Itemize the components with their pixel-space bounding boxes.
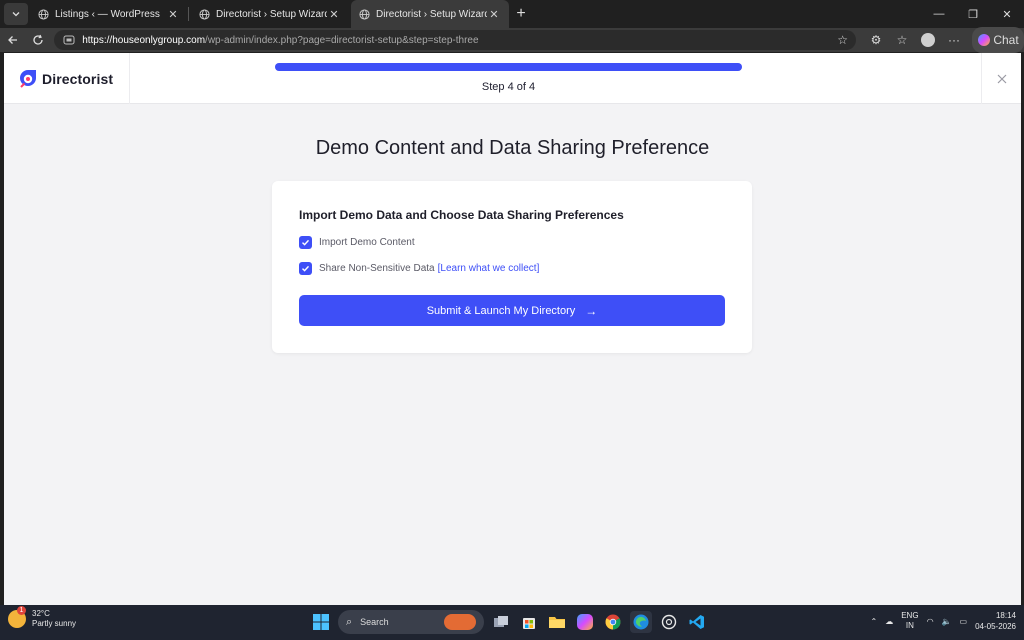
close-icon[interactable]: ✕ [487,8,501,21]
copilot-app-icon[interactable] [574,611,596,633]
card-title: Import Demo Data and Choose Data Sharing… [299,208,624,222]
star-icon[interactable]: ☆ [837,33,848,47]
lang-region: IN [905,621,914,630]
window-controls: — ❐ ✕ [922,0,1024,28]
brand-name: Directorist [42,70,114,87]
browser-toolbar: https://houseonlygroup.com/wp-admin/inde… [0,27,1024,53]
file-explorer-icon[interactable] [546,611,568,633]
chevron-up-icon[interactable]: ⌃ [871,617,878,626]
share-data-checkbox[interactable] [299,262,312,275]
tab-title: Directorist › Setup Wizard [376,8,487,20]
search-placeholder: Search [360,617,389,627]
maximize-icon[interactable]: ❐ [956,0,990,28]
reload-button[interactable] [25,28,50,52]
volume-icon[interactable]: 🔈 [942,617,952,626]
extensions-icon[interactable]: ⚙ [864,29,888,51]
close-window-icon[interactable]: ✕ [990,0,1024,28]
search-icon: ⌕ [346,615,353,628]
battery-icon[interactable]: ▭ [960,617,968,626]
address-bar[interactable]: https://houseonlygroup.com/wp-admin/inde… [54,30,856,50]
tab-setup-wizard-2[interactable]: Directorist › Setup Wizard ✕ [351,0,509,28]
more-icon[interactable]: ··· [942,29,966,51]
close-icon[interactable]: ✕ [327,8,341,21]
preferences-card: Import Demo Data and Choose Data Sharing… [272,181,752,353]
globe-icon [199,8,210,20]
new-tab-button[interactable]: + [509,0,533,28]
cloud-sync-icon[interactable]: ☁ [885,617,893,626]
import-demo-checkbox[interactable] [299,236,312,249]
back-button[interactable] [0,28,25,52]
copilot-icon [977,34,990,46]
lang-code: ENG [901,611,919,620]
edge-icon[interactable] [630,611,652,633]
search-highlight-image [444,614,476,630]
globe-icon [359,8,370,20]
wifi-icon[interactable]: ◠ [927,617,934,626]
tab-actions-menu-button[interactable] [4,3,28,25]
checkmark-icon [302,239,310,246]
toolbar-icons: ⚙ ☆ ··· Chat [864,27,1024,53]
reload-icon [33,34,43,45]
learn-what-we-collect-link[interactable]: [Learn what we collect] [438,263,540,274]
close-wizard-button[interactable] [981,53,1021,104]
windows-taskbar: 1 32°C Partly sunny ⌕ Search ⌃ ☁ ENG IN … [0,605,1024,640]
taskbar-apps: ⌕ Search [310,610,708,634]
clock[interactable]: 18:14 04-05-2026 [975,610,1016,632]
browser-tab-strip: Listings ‹ — WordPress ✕ Directorist › S… [0,0,1024,28]
tab-separator [188,7,189,21]
chrome-icon[interactable] [602,611,624,633]
url-host: https://houseonlygroup.com [82,34,206,46]
tab-listings[interactable]: Listings ‹ — WordPress ✕ [30,0,188,28]
weather-badge: 1 [17,606,26,615]
system-tray: ⌃ ☁ ENG IN ◠ 🔈 ▭ 18:14 04-05-2026 [871,610,1016,632]
url-path: /wp-admin/index.php?page=directorist-set… [205,34,479,46]
progress-bar [275,63,742,71]
progress-fill [275,63,742,71]
windows-start-icon[interactable] [310,611,332,633]
weather-condition: Partly sunny [32,619,77,628]
weather-widget[interactable]: 1 32°C Partly sunny [8,606,77,629]
chatgpt-icon[interactable] [658,611,680,633]
globe-icon [38,8,49,20]
profile-avatar[interactable] [920,33,935,47]
vscode-icon[interactable] [686,611,708,633]
submit-launch-button[interactable]: Submit & Launch My Directory → [299,295,725,326]
taskbar-search[interactable]: ⌕ Search [338,610,484,634]
tab-setup-wizard-1[interactable]: Directorist › Setup Wizard ✕ [191,0,349,28]
checkmark-icon [302,265,310,272]
microsoft-store-icon[interactable] [518,611,540,633]
import-demo-option[interactable]: Import Demo Content [299,236,415,249]
arrow-right-icon: → [585,303,598,318]
close-icon[interactable]: ✕ [166,8,180,21]
favorites-icon[interactable]: ☆ [890,29,914,51]
clock-date: 04-05-2026 [975,622,1016,631]
minimize-icon[interactable]: — [922,0,956,28]
close-icon [997,74,1006,83]
chat-label: Chat [993,33,1019,47]
partly-sunny-icon: 1 [8,606,26,628]
site-info-icon[interactable] [62,33,76,47]
directorist-logo-icon [20,69,36,88]
share-data-option[interactable]: Share Non-Sensitive Data [Learn what we … [299,262,539,275]
chevron-down-icon [12,12,20,17]
import-demo-label: Import Demo Content [319,237,415,248]
submit-label: Submit & Launch My Directory [426,304,576,317]
weather-temp: 32°C [32,609,50,618]
wizard-header: Directorist Step 4 of 4 [4,53,1021,104]
brand-logo: Directorist [4,53,130,104]
step-indicator: Step 4 of 4 [481,81,536,93]
clock-time: 18:14 [995,611,1016,620]
arrow-left-icon [7,36,17,44]
page-viewport: Directorist Step 4 of 4 Demo Content and… [4,53,1021,605]
share-data-label: Share Non-Sensitive Data [319,263,435,274]
task-view-icon[interactable] [490,611,512,633]
tab-title: Directorist › Setup Wizard [216,8,327,20]
tab-title: Listings ‹ — WordPress [55,8,160,20]
language-indicator[interactable]: ENG IN [901,611,918,631]
page-title: Demo Content and Data Sharing Preference [315,137,710,159]
copilot-chat-button[interactable]: Chat [971,27,1024,53]
screen: Listings ‹ — WordPress ✕ Directorist › S… [0,0,1024,640]
